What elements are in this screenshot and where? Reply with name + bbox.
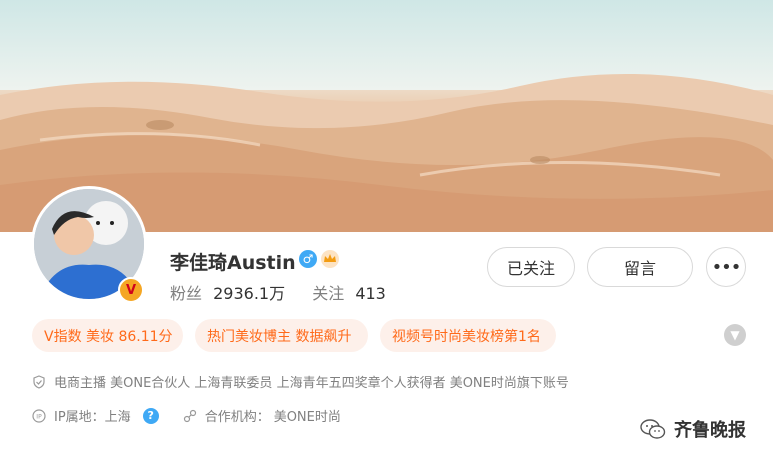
- chevron-down-icon[interactable]: ▼: [724, 324, 746, 346]
- message-button[interactable]: 留言: [587, 247, 693, 287]
- watermark: 齐鲁晚报: [640, 416, 746, 442]
- ip-location: IP属地：上海: [54, 410, 131, 425]
- org-label: 合作机构：: [204, 410, 270, 425]
- profile-description-row: 电商主播 美ONE合伙人 上海青联委员 上海青年五四奖章个人获得者 美ONE时尚…: [32, 372, 569, 391]
- verified-badge: V: [118, 277, 144, 303]
- wechat-icon: [640, 419, 666, 439]
- crown-icon: [321, 250, 339, 268]
- partner-icon: [183, 409, 196, 422]
- help-icon[interactable]: ?: [142, 407, 159, 424]
- follow-button[interactable]: 已关注: [487, 247, 575, 287]
- tag-video-ranking[interactable]: 视频号时尚美妆榜第1名: [380, 319, 556, 352]
- tag-hot-blogger[interactable]: 热门美妆博主 数据飙升: [195, 319, 368, 352]
- tag-v-index[interactable]: V指数 美妆 86.11分: [32, 319, 183, 352]
- male-icon: ♂: [299, 250, 317, 268]
- more-options-button[interactable]: •••: [706, 247, 746, 287]
- watermark-text: 齐鲁晚报: [674, 420, 746, 441]
- profile-name: 李佳琦Austin: [170, 252, 296, 274]
- org-value[interactable]: 美ONE时尚: [274, 406, 341, 425]
- profile-stats: 粉丝 2936.1万 关注 413: [170, 280, 386, 304]
- svg-text:IP: IP: [36, 413, 42, 420]
- ip-location-icon: IP: [32, 408, 46, 423]
- profile-description: 电商主播 美ONE合伙人 上海青联委员 上海青年五四奖章个人获得者 美ONE时尚…: [54, 376, 569, 391]
- shield-icon: [33, 374, 45, 389]
- following-count[interactable]: 413: [355, 284, 386, 303]
- profile-meta-row: IP IP属地：上海 ? 合作机构： 美ONE时尚: [32, 406, 341, 425]
- followers-count[interactable]: 2936.1万: [213, 284, 285, 303]
- followers-label: 粉丝: [170, 284, 203, 303]
- following-label: 关注: [312, 284, 345, 303]
